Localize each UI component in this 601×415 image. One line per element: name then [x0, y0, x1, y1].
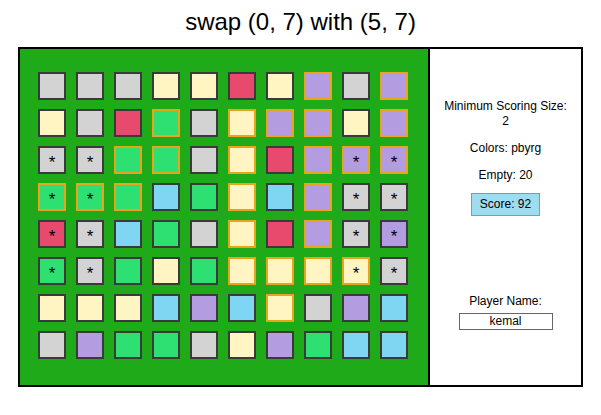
board-tile[interactable] [114, 72, 142, 100]
board-tile[interactable] [266, 109, 294, 137]
board-tile[interactable] [342, 109, 370, 137]
board-tile[interactable] [380, 109, 408, 137]
board-tile[interactable] [190, 220, 218, 248]
board-tile[interactable] [380, 72, 408, 100]
board-tile[interactable]: * [342, 183, 370, 211]
board-tile[interactable] [114, 146, 142, 174]
board-tile[interactable] [190, 331, 218, 359]
board-tile[interactable] [266, 294, 294, 322]
board-tile[interactable]: * [380, 146, 408, 174]
board-tile[interactable]: * [38, 183, 66, 211]
board-tile[interactable] [266, 183, 294, 211]
game-page: swap (0, 7) with (5, 7) * * * * * * * * * * * * * * * * M… [0, 0, 601, 415]
board-tile[interactable]: * [38, 257, 66, 285]
board-tile[interactable]: * [76, 183, 104, 211]
board-tile[interactable] [152, 331, 180, 359]
board-tile[interactable] [266, 331, 294, 359]
player-name-input[interactable]: kemal [459, 313, 553, 330]
board-tile[interactable] [228, 220, 256, 248]
board-tile[interactable] [228, 183, 256, 211]
board-tile[interactable] [190, 72, 218, 100]
board-tile[interactable]: * [380, 220, 408, 248]
board-tile[interactable] [76, 72, 104, 100]
board-tile[interactable] [114, 109, 142, 137]
board-tile[interactable] [114, 331, 142, 359]
board-tile[interactable] [380, 294, 408, 322]
board-tile[interactable] [304, 72, 332, 100]
board-tile[interactable] [266, 220, 294, 248]
board-tile[interactable] [152, 146, 180, 174]
board-tile[interactable] [190, 294, 218, 322]
board-tile[interactable] [266, 72, 294, 100]
board-tile[interactable] [38, 72, 66, 100]
board-tile[interactable] [152, 257, 180, 285]
board-tile[interactable] [304, 109, 332, 137]
board-tile[interactable] [38, 294, 66, 322]
board-tile[interactable]: * [380, 183, 408, 211]
game-frame: * * * * * * * * * * * * * * * * Minimum Scoring Size:2 Co… [18, 47, 583, 387]
colors-label: Colors: pbyrg [470, 141, 541, 156]
board-tile[interactable] [228, 257, 256, 285]
board-tile[interactable] [304, 331, 332, 359]
board-tile[interactable] [228, 72, 256, 100]
board-tile[interactable] [304, 220, 332, 248]
game-board: * * * * * * * * * * * * * * * * [20, 49, 430, 385]
board-tile[interactable] [304, 294, 332, 322]
board-tile[interactable] [152, 183, 180, 211]
board-tile[interactable] [190, 109, 218, 137]
board-tile[interactable] [380, 331, 408, 359]
player-name-label: Player Name: [469, 294, 542, 309]
min-size-label: Minimum Scoring Size: [444, 99, 567, 114]
board-tile[interactable] [190, 183, 218, 211]
board-tile[interactable] [190, 146, 218, 174]
board-tile[interactable] [304, 183, 332, 211]
board-tile[interactable]: * [76, 220, 104, 248]
info-panel: Minimum Scoring Size:2 Colors: pbyrg Empty… [430, 49, 581, 385]
board-tile[interactable]: * [380, 257, 408, 285]
board-tile[interactable] [114, 220, 142, 248]
board-tile[interactable]: * [76, 257, 104, 285]
board-tile[interactable] [114, 294, 142, 322]
board-tile[interactable]: * [38, 220, 66, 248]
board-tile[interactable] [266, 257, 294, 285]
board-tile[interactable] [114, 183, 142, 211]
board-tile[interactable] [38, 331, 66, 359]
board-tile[interactable] [228, 146, 256, 174]
board-tile[interactable] [76, 109, 104, 137]
board-tile[interactable] [76, 294, 104, 322]
board-tile[interactable] [342, 72, 370, 100]
board-tile[interactable] [228, 109, 256, 137]
board-tile[interactable]: * [342, 257, 370, 285]
min-size-value: 2 [502, 114, 509, 129]
board-tile[interactable] [304, 257, 332, 285]
board-tile[interactable] [114, 257, 142, 285]
board-tile[interactable]: * [342, 220, 370, 248]
board-tile[interactable] [228, 294, 256, 322]
board-tile[interactable] [152, 72, 180, 100]
board-tile[interactable]: * [76, 146, 104, 174]
board-tile[interactable] [190, 257, 218, 285]
board-tile[interactable] [152, 220, 180, 248]
board-tile[interactable]: * [342, 146, 370, 174]
board-tile[interactable] [342, 294, 370, 322]
empty-count: Empty: 20 [478, 168, 532, 183]
board-tile[interactable] [342, 331, 370, 359]
board-tile[interactable]: * [38, 146, 66, 174]
board-tile[interactable] [38, 109, 66, 137]
board-tile[interactable] [152, 109, 180, 137]
board-tile[interactable] [304, 146, 332, 174]
board-tile[interactable] [76, 331, 104, 359]
move-title: swap (0, 7) with (5, 7) [185, 0, 416, 47]
board-tile[interactable] [266, 146, 294, 174]
board-tile[interactable] [228, 331, 256, 359]
board-tile[interactable] [152, 294, 180, 322]
score-badge: Score: 92 [471, 193, 540, 216]
